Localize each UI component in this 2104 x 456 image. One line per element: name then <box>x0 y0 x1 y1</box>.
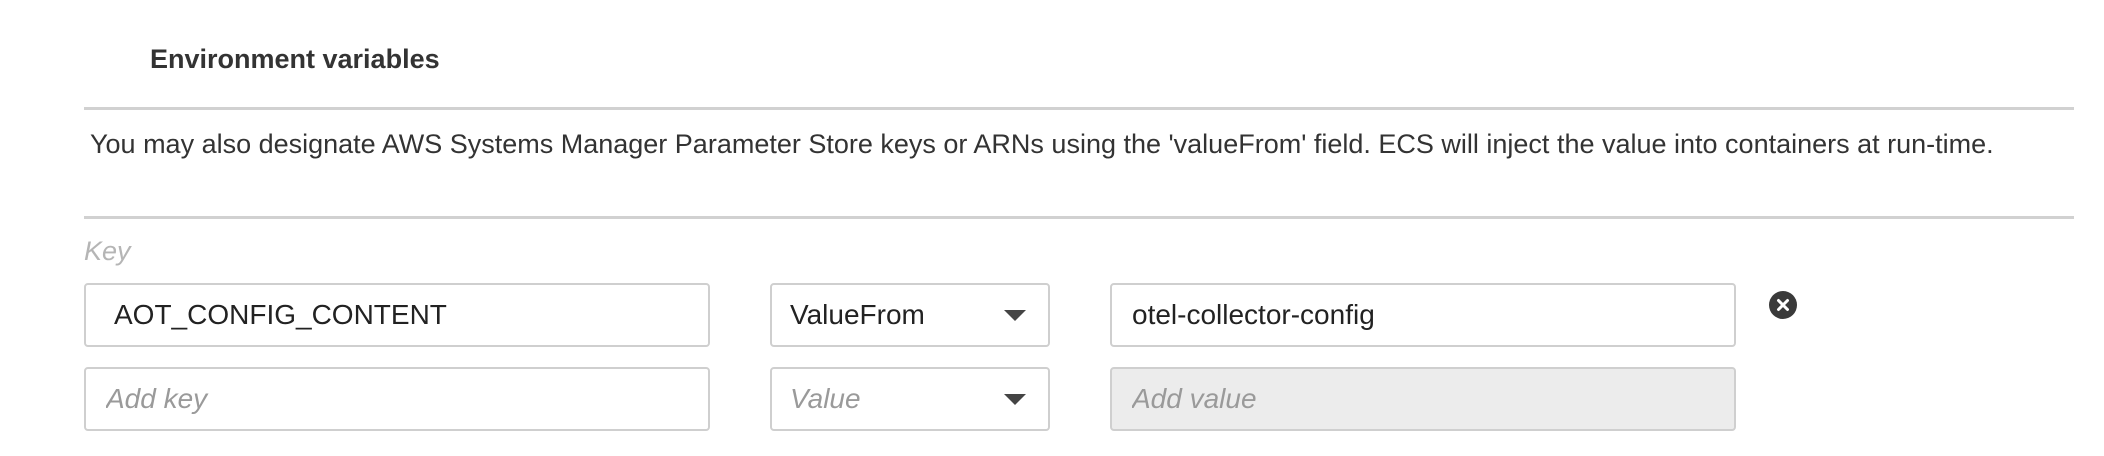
value-type-select[interactable]: ValueFrom <box>770 283 1050 347</box>
divider-bottom <box>84 216 2074 219</box>
remove-row-x-glyph <box>1777 299 1789 311</box>
value-type-selected: ValueFrom <box>790 299 925 330</box>
help-text: You may also designate AWS Systems Manag… <box>90 129 1994 159</box>
env-value-input[interactable] <box>1110 283 1736 347</box>
section-title: Environment variables <box>150 44 440 74</box>
value-type-placeholder: Value <box>790 383 861 414</box>
env-key-input[interactable] <box>84 283 710 347</box>
add-value-input[interactable] <box>1110 367 1736 431</box>
divider-top <box>84 107 2074 110</box>
key-column-label: Key <box>84 236 131 266</box>
close-circle-icon[interactable] <box>1769 291 1797 319</box>
value-type-select-empty[interactable]: Value <box>770 367 1050 431</box>
add-key-input[interactable] <box>84 367 710 431</box>
chevron-down-icon <box>1004 393 1026 405</box>
environment-variables-panel: Environment variables You may also desig… <box>0 0 2104 456</box>
chevron-down-icon <box>1004 309 1026 321</box>
